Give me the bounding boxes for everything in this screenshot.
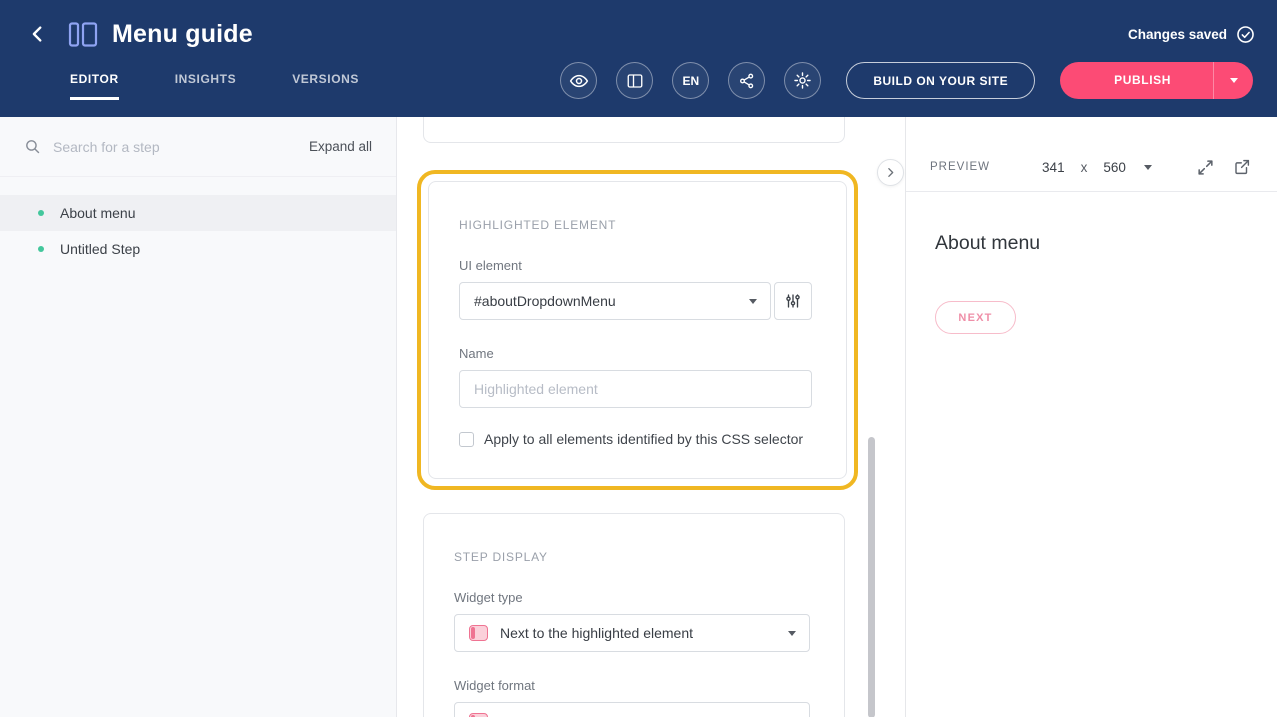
publish-split-button: PUBLISH xyxy=(1060,62,1253,99)
ui-element-value: #aboutDropdownMenu xyxy=(474,293,749,309)
eye-icon xyxy=(569,71,589,91)
widget-format-label: Widget format xyxy=(454,678,810,693)
preview-header: PREVIEW 341 x 560 xyxy=(906,117,1277,192)
tab-editor[interactable]: EDITOR xyxy=(70,56,119,100)
language-badge: EN xyxy=(682,74,699,88)
section-title: HIGHLIGHTED ELEMENT xyxy=(459,218,812,232)
expand-icon xyxy=(1196,158,1215,177)
external-link-icon xyxy=(1233,158,1251,176)
apply-all-label: Apply to all elements identified by this… xyxy=(484,431,803,447)
step-display-card: STEP DISPLAY Widget type Next to the hig… xyxy=(423,513,845,717)
preview-body: About menu NEXT xyxy=(906,192,1277,334)
expand-all-link[interactable]: Expand all xyxy=(309,139,372,154)
step-item-about-menu[interactable]: About menu xyxy=(0,195,396,231)
widget-tooltip-icon xyxy=(469,625,488,641)
widget-format-select[interactable] xyxy=(454,702,810,717)
top-bar: Menu guide Changes saved EDITOR INSIGHTS… xyxy=(0,0,1277,117)
element-name-input[interactable] xyxy=(459,370,812,408)
app-root: Menu guide Changes saved EDITOR INSIGHTS… xyxy=(0,0,1277,717)
layout-button[interactable] xyxy=(616,62,653,99)
highlighted-element-card: HIGHLIGHTED ELEMENT UI element #aboutDro… xyxy=(428,181,847,479)
ui-element-label: UI element xyxy=(459,258,812,273)
changes-saved-status: Changes saved xyxy=(1128,25,1255,44)
preview-size-selector[interactable]: 341 x 560 xyxy=(1042,160,1152,175)
tab-insights[interactable]: INSIGHTS xyxy=(175,56,236,100)
preview-panel: PREVIEW 341 x 560 xyxy=(905,117,1277,717)
top-bar-title-row: Menu guide Changes saved xyxy=(0,0,1277,60)
tab-versions[interactable]: VERSIONS xyxy=(292,56,359,100)
step-editor-panel: HIGHLIGHTED ELEMENT UI element #aboutDro… xyxy=(397,117,905,717)
collapse-preview-button[interactable] xyxy=(877,159,904,186)
step-search-row: Expand all xyxy=(0,117,396,177)
name-label: Name xyxy=(459,346,812,361)
publish-button[interactable]: PUBLISH xyxy=(1060,62,1213,99)
steps-sidebar: Expand all About menu Untitled Step xyxy=(0,117,397,717)
guide-logo-icon xyxy=(68,21,98,48)
language-button[interactable]: EN xyxy=(672,62,709,99)
chevron-down-icon xyxy=(749,299,757,304)
chevron-down-icon xyxy=(1144,165,1152,170)
layout-icon xyxy=(626,72,644,90)
step-bullet-icon xyxy=(38,210,44,216)
ui-element-select[interactable]: #aboutDropdownMenu xyxy=(459,282,771,320)
ui-element-row: #aboutDropdownMenu xyxy=(459,282,812,320)
selector-settings-button[interactable] xyxy=(774,282,812,320)
step-search-input[interactable] xyxy=(53,139,309,155)
preview-next-button[interactable]: NEXT xyxy=(935,301,1016,334)
step-list: About menu Untitled Step xyxy=(0,195,396,267)
back-button[interactable] xyxy=(24,20,52,48)
build-on-your-site-button[interactable]: BUILD ON YOUR SITE xyxy=(846,62,1035,99)
editor-scrollbar[interactable] xyxy=(868,437,875,717)
chevron-left-icon xyxy=(27,23,49,45)
changes-saved-label: Changes saved xyxy=(1128,27,1227,42)
main-tabs: EDITOR INSIGHTS VERSIONS xyxy=(70,56,415,100)
share-icon xyxy=(738,72,756,90)
page-title: Menu guide xyxy=(112,20,253,49)
top-bar-controls: EN BUILD ON YOUR SITE PUBLISH xyxy=(560,62,1277,99)
preview-width-value: 341 xyxy=(1042,160,1065,175)
fullscreen-button[interactable] xyxy=(1196,158,1215,177)
widget-type-select[interactable]: Next to the highlighted element xyxy=(454,614,810,652)
settings-button[interactable] xyxy=(784,62,821,99)
chevron-right-icon xyxy=(884,166,897,179)
sliders-icon xyxy=(784,292,802,310)
step-bullet-icon xyxy=(38,246,44,252)
publish-dropdown-toggle[interactable] xyxy=(1213,62,1253,99)
preview-actions xyxy=(1196,158,1251,177)
size-separator: x xyxy=(1081,160,1088,175)
preview-height-value: 560 xyxy=(1103,160,1126,175)
widget-type-label: Widget type xyxy=(454,590,810,605)
step-item-untitled-step[interactable]: Untitled Step xyxy=(0,231,396,267)
apply-all-row: Apply to all elements identified by this… xyxy=(459,431,812,447)
highlighted-element-focus-ring: HIGHLIGHTED ELEMENT UI element #aboutDro… xyxy=(417,170,858,490)
apply-all-checkbox[interactable] xyxy=(459,432,474,447)
widget-type-value: Next to the highlighted element xyxy=(500,625,788,641)
widget-format-icon xyxy=(469,713,488,717)
chevron-down-icon xyxy=(1230,78,1238,83)
check-circle-icon xyxy=(1236,25,1255,44)
previous-settings-card xyxy=(423,117,845,143)
step-item-label: About menu xyxy=(60,205,136,221)
open-in-new-window-button[interactable] xyxy=(1233,158,1251,176)
chevron-down-icon xyxy=(788,631,796,636)
preview-title: PREVIEW xyxy=(930,161,990,173)
preview-step-title: About menu xyxy=(935,232,1277,255)
step-item-label: Untitled Step xyxy=(60,241,140,257)
search-icon xyxy=(24,138,41,155)
section-title: STEP DISPLAY xyxy=(454,550,810,564)
gear-icon xyxy=(793,71,812,90)
share-button[interactable] xyxy=(728,62,765,99)
preview-eye-button[interactable] xyxy=(560,62,597,99)
top-bar-nav-row: EDITOR INSIGHTS VERSIONS EN xyxy=(0,56,1277,117)
